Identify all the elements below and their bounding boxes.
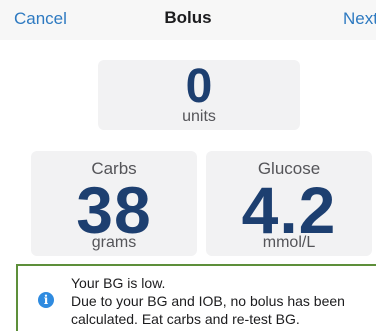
bolus-units-value: 0 bbox=[185, 60, 213, 113]
navigation-bar: Cancel Bolus Next bbox=[0, 0, 376, 40]
alert-line-3: calculated. Eat carbs and re-test BG. bbox=[71, 311, 300, 327]
carbs-unit: grams bbox=[91, 234, 137, 251]
bolus-units-label: units bbox=[182, 108, 216, 125]
glucose-tile[interactable]: Glucose 4.2 mmol/L bbox=[206, 151, 372, 256]
page-title: Bolus bbox=[164, 8, 212, 27]
next-button[interactable]: Next bbox=[343, 9, 376, 29]
alert-line-2: Due to your BG and IOB, no bolus has bee… bbox=[71, 293, 345, 309]
carbs-tile[interactable]: Carbs 38 grams bbox=[31, 151, 197, 256]
info-icon: i bbox=[38, 292, 54, 308]
low-bg-alert: i Your BG is low. Due to your BG and IOB… bbox=[16, 264, 376, 331]
bolus-screen: Cancel Bolus Next 0 units Carbs 38 grams… bbox=[0, 0, 376, 331]
alert-message: Your BG is low. Due to your BG and IOB, … bbox=[71, 274, 371, 328]
bolus-units-tile[interactable]: 0 units bbox=[98, 60, 300, 130]
glucose-unit: mmol/L bbox=[262, 234, 316, 251]
alert-line-1: Your BG is low. bbox=[71, 275, 166, 291]
